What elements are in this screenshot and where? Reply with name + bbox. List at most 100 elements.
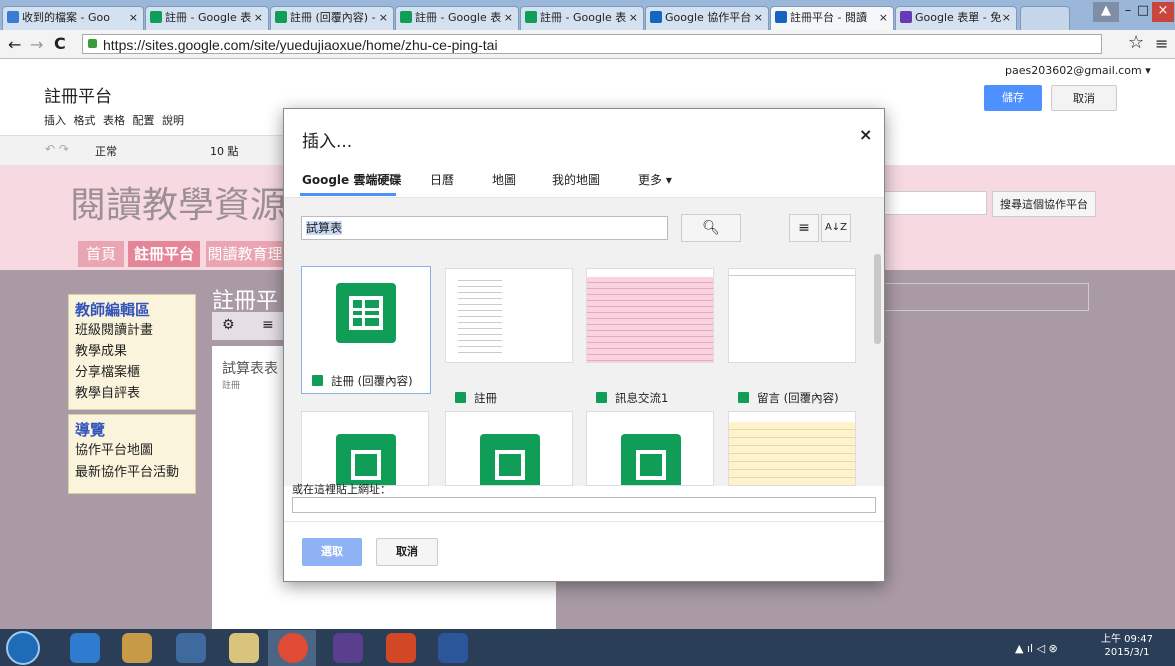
file-thumbnail[interactable]: [445, 268, 573, 363]
close-window-button[interactable]: ×: [1152, 2, 1174, 22]
browser-tab[interactable]: Google 協作平台 ×: [645, 6, 769, 30]
file-thumbnail[interactable]: [445, 411, 573, 486]
divider: [284, 521, 884, 522]
clock[interactable]: 上午 09:47 2015/3/1: [1101, 633, 1153, 659]
forms-icon: [900, 11, 912, 23]
back-button[interactable]: ←: [8, 35, 21, 54]
sheets-icon: [336, 283, 396, 343]
tab-more[interactable]: 更多 ▾: [638, 171, 672, 188]
browser-tab[interactable]: 註冊 - Google 表 ×: [145, 6, 269, 30]
tab-label: 註冊平台 - 閱讀: [790, 11, 867, 24]
word-icon[interactable]: [438, 633, 468, 663]
lock-icon: [88, 39, 97, 48]
tab-google-drive[interactable]: Google 雲端硬碟: [302, 171, 401, 188]
file-thumbnail[interactable]: [728, 411, 856, 486]
start-button[interactable]: [6, 631, 40, 665]
tab-strip: 收到的檔案 - Goo × 註冊 - Google 表 × 註冊 (回覆內容) - ×…: [0, 0, 1175, 31]
sheets-icon: [400, 11, 412, 23]
forward-button[interactable]: →: [30, 35, 43, 54]
chrome-icon[interactable]: [278, 633, 308, 663]
tab-label: 註冊 - Google 表: [540, 11, 627, 24]
file-label[interactable]: 留言 (回覆內容): [738, 390, 839, 406]
sheets-icon: [275, 11, 287, 23]
file-name: 註冊 (回覆內容): [331, 374, 413, 388]
app-icon[interactable]: [176, 633, 206, 663]
file-name: 註冊: [474, 391, 497, 405]
sites-icon: [650, 11, 662, 23]
new-tab-button[interactable]: [1020, 6, 1070, 30]
tab-label: 註冊 (回覆內容) -: [290, 11, 376, 24]
browser-tab-active[interactable]: 註冊平台 - 閱讀 ×: [770, 6, 894, 30]
file-thumbnail[interactable]: [586, 268, 714, 363]
user-icon[interactable]: ▲: [1093, 2, 1119, 22]
browser-tab[interactable]: 註冊 (回覆內容) - ×: [270, 6, 394, 30]
file-item-selected[interactable]: 註冊 (回覆內容): [301, 266, 431, 394]
tab-close-icon[interactable]: ×: [504, 7, 513, 29]
file-label[interactable]: 訊息交流1: [596, 390, 668, 406]
address-bar[interactable]: https://sites.google.com/site/yuedujiaox…: [82, 34, 1102, 54]
clock-date: 2015/3/1: [1104, 647, 1150, 658]
file-thumbnail[interactable]: [586, 411, 714, 486]
file-browser: 試算表 🔍︎ ≡ A↓Z 註冊 (回覆內容) 註冊 訊息交流1 留言 (回覆內容…: [284, 198, 884, 486]
bookmark-star-icon[interactable]: ☆: [1128, 32, 1144, 53]
sheet-preview: [729, 275, 855, 276]
tray-icons[interactable]: ▲ ıl ◁ ⊗: [1015, 642, 1058, 655]
file-label: 註冊 (回覆內容): [312, 373, 413, 389]
tab-label: 註冊 - Google 表: [415, 11, 502, 24]
tab-close-icon[interactable]: ×: [629, 7, 638, 29]
tab-label: Google 協作平台: [665, 11, 752, 24]
close-icon[interactable]: ×: [859, 125, 872, 144]
select-button[interactable]: 選取: [302, 538, 362, 566]
tab-maps[interactable]: 地圖: [492, 171, 516, 188]
tab-close-icon[interactable]: ×: [254, 7, 263, 29]
dialog-cancel-button[interactable]: 取消: [376, 538, 438, 566]
minimize-button[interactable]: –: [1121, 2, 1135, 22]
file-thumbnail[interactable]: [301, 411, 429, 486]
list-view-button[interactable]: ≡: [789, 214, 819, 242]
browser-tab[interactable]: 收到的檔案 - Goo ×: [2, 6, 144, 30]
drive-icon: [7, 11, 19, 23]
url-input[interactable]: [292, 497, 876, 513]
sheets-icon: [312, 375, 323, 386]
maximize-button[interactable]: □: [1136, 2, 1150, 22]
browser-tab[interactable]: Google 表單 - 免 ×: [895, 6, 1017, 30]
dialog-title: 插入...: [302, 132, 353, 152]
url-label: 或在這裡貼上網址：: [292, 483, 391, 496]
media-icon[interactable]: [333, 633, 363, 663]
tab-calendar[interactable]: 日曆: [430, 171, 454, 188]
browser-tab[interactable]: 註冊 - Google 表 ×: [520, 6, 644, 30]
tab-active-indicator: [300, 193, 396, 196]
file-name: 訊息交流1: [615, 391, 669, 405]
sheets-icon: [621, 434, 681, 485]
tab-close-icon[interactable]: ×: [879, 7, 888, 29]
scrollbar-thumb[interactable]: [874, 254, 881, 344]
reload-button[interactable]: C: [54, 34, 66, 53]
search-input[interactable]: 試算表: [301, 216, 668, 240]
sheets-icon: [738, 392, 749, 403]
tab-my-maps[interactable]: 我的地圖: [552, 171, 600, 188]
ie-icon[interactable]: [70, 633, 100, 663]
paint-icon[interactable]: [229, 633, 259, 663]
browser-tab[interactable]: 註冊 - Google 表 ×: [395, 6, 519, 30]
clock-time: 上午 09:47: [1101, 634, 1153, 645]
sheets-icon: [596, 392, 607, 403]
file-label[interactable]: 註冊: [455, 390, 497, 406]
insert-dialog: 插入... × Google 雲端硬碟 日曆 地圖 我的地圖 更多 ▾ 試算表 …: [283, 108, 885, 582]
chrome-menu-icon[interactable]: ≡: [1155, 34, 1168, 53]
powerpoint-icon[interactable]: [386, 633, 416, 663]
tab-close-icon[interactable]: ×: [129, 7, 138, 29]
search-icon: 🔍︎: [702, 220, 720, 236]
tab-close-icon[interactable]: ×: [754, 7, 763, 29]
sheets-icon: [525, 11, 537, 23]
tab-close-icon[interactable]: ×: [1002, 7, 1011, 29]
list-view-icon: ≡: [798, 220, 810, 236]
explorer-icon[interactable]: [122, 633, 152, 663]
tab-label: 收到的檔案 - Goo: [22, 11, 110, 24]
search-button[interactable]: 🔍︎: [681, 214, 741, 242]
sort-button[interactable]: A↓Z: [821, 214, 851, 242]
tab-close-icon[interactable]: ×: [379, 7, 388, 29]
doc-preview: [458, 275, 502, 355]
file-thumbnail[interactable]: [728, 268, 856, 363]
sheets-icon: [455, 392, 466, 403]
search-value: 試算表: [306, 221, 343, 235]
